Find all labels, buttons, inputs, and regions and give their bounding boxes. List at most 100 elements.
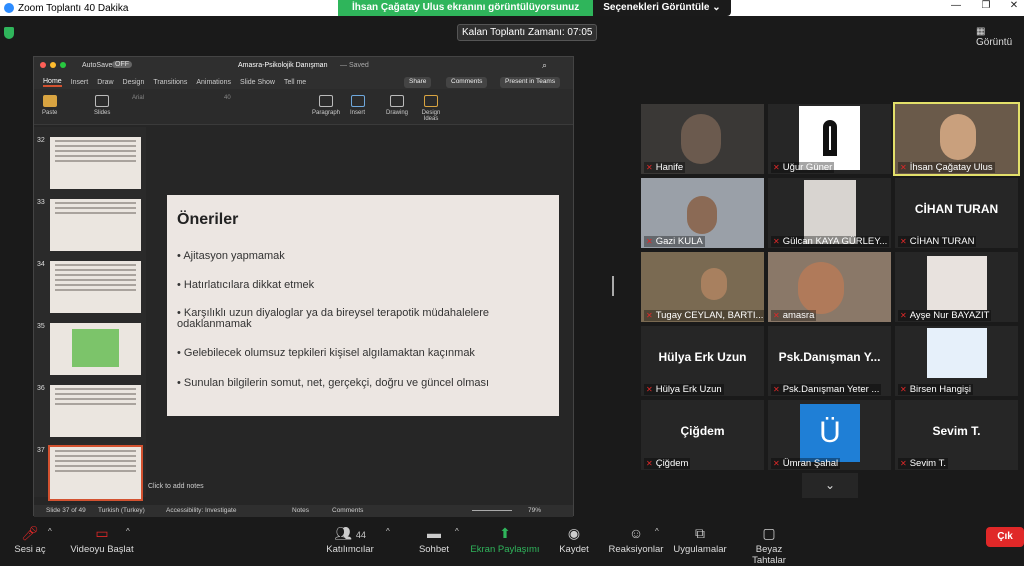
ppt-status-bar: Slide 37 of 49 Turkish (Turkey) Accessib… (34, 505, 573, 517)
slide-title: Öneriler (177, 211, 239, 228)
video-options-chevron-icon[interactable]: ^ (126, 527, 130, 536)
window-title: Zoom Toplantı 40 Dakika (18, 2, 129, 14)
participant-name: ✕ Hülya Erk Uzun (644, 384, 724, 395)
security-shield-icon[interactable] (4, 27, 14, 39)
ppt-comments-button[interactable]: Comments (446, 77, 488, 88)
slide-number: 33 (37, 199, 45, 206)
accessibility-label[interactable]: Accessibility: Investigate (166, 507, 236, 514)
participant-tile[interactable]: ✕ Birsen Hangişi (895, 326, 1018, 396)
search-icon[interactable]: ⌕ (542, 60, 547, 71)
design-ideas-button[interactable]: Design Ideas (420, 95, 442, 122)
reactions-options-chevron-icon[interactable]: ^ (655, 527, 659, 536)
participant-tile[interactable]: ✕ Uğur Güner (768, 104, 891, 174)
participant-tile[interactable]: ✕ Gazi KULA (641, 178, 764, 248)
muted-mic-icon: 🎤︎ (21, 525, 39, 541)
language-label[interactable]: Turkish (Turkey) (98, 507, 145, 514)
participant-tile[interactable]: ✕ Tugay CEYLAN, BARTI... (641, 252, 764, 322)
drawing-button[interactable]: Drawing (386, 95, 408, 116)
remaining-time: Kalan Toplantı Zamanı: 07:05 (457, 24, 598, 41)
slide-thumbnail[interactable] (50, 385, 141, 437)
record-icon: ◉ (567, 525, 581, 541)
tab-tell-me[interactable]: Tell me (284, 79, 306, 86)
chat-options-chevron-icon[interactable]: ^ (455, 527, 459, 536)
font-size-field[interactable]: 40 (224, 95, 231, 101)
comments-toggle[interactable]: Comments (332, 507, 363, 514)
shared-powerpoint-window: AutoSave OFF Amasra-Psikolojik Danışman … (33, 56, 574, 517)
participant-tile[interactable]: Çiğdem ✕ Çiğdem (641, 400, 764, 470)
tab-design[interactable]: Design (123, 79, 145, 86)
font-name-field[interactable]: Arial (132, 95, 144, 101)
participant-tile[interactable]: ✕ Gülcan KAYA GÜRLEY... (768, 178, 891, 248)
participant-photo (927, 328, 987, 378)
tab-animations[interactable]: Animations (196, 79, 231, 86)
saved-status: — Saved (340, 62, 369, 69)
slides-button[interactable]: Slides (94, 95, 110, 116)
close-button[interactable]: ✕ (1004, 0, 1024, 11)
tab-home[interactable]: Home (43, 78, 62, 87)
participant-tile[interactable]: Ü ✕ Ümran Şahal (768, 400, 891, 470)
participant-tile[interactable]: Sevim T. ✕ Sevim T. (895, 400, 1018, 470)
slide-bullet: • Gelebilecek olumsuz tepkileri kişisel … (177, 347, 475, 359)
tab-transitions[interactable]: Transitions (153, 79, 187, 86)
view-options-button[interactable]: Seçenekleri Görüntüle ⌄ (593, 0, 731, 16)
gallery-next-page-chevron-icon[interactable]: ⌄ (802, 473, 858, 498)
participant-name: ✕ Uğur Güner (771, 162, 835, 173)
record-button[interactable]: ◉ Kaydet (554, 524, 594, 555)
ppt-share-button[interactable]: Share (404, 77, 432, 88)
mourning-ribbon-image (799, 106, 860, 170)
participant-video (701, 268, 727, 300)
apps-button[interactable]: ⧉ Uygulamalar (672, 524, 728, 555)
slide-thumbnail[interactable] (50, 137, 141, 189)
zoom-logo-icon (4, 3, 14, 13)
leave-meeting-button[interactable]: Çık (986, 527, 1024, 547)
zoom-slider[interactable] (472, 510, 512, 511)
slide-thumbnail[interactable] (50, 323, 141, 375)
participant-name: ✕ Birsen Hangişi (898, 384, 973, 395)
participant-tile[interactable]: Hülya Erk Uzun ✕ Hülya Erk Uzun (641, 326, 764, 396)
participant-tile[interactable]: ✕ amasra (768, 252, 891, 322)
notes-field[interactable]: Click to add notes (148, 483, 204, 490)
close-dot-icon[interactable] (40, 62, 46, 68)
tab-insert[interactable]: Insert (71, 79, 89, 86)
share-screen-button[interactable]: ⬆ Ekran Paylaşımı (470, 524, 540, 555)
restore-button[interactable]: ❐ (976, 0, 996, 11)
view-button[interactable]: ▦ Görüntü (976, 26, 1024, 48)
audio-options-chevron-icon[interactable]: ^ (48, 527, 52, 536)
participant-name: ✕ Ayşe Nur BAYAZIT (898, 310, 992, 321)
present-in-teams-button[interactable]: Present in Teams (500, 77, 561, 88)
minimize-dot-icon[interactable] (50, 62, 56, 68)
tab-draw[interactable]: Draw (97, 79, 113, 86)
participant-name: ✕ amasra (771, 310, 817, 321)
participant-name: ✕ Psk.Danışman Yeter ... (771, 384, 882, 395)
participants-options-chevron-icon[interactable]: ^ (386, 527, 390, 536)
participant-tile[interactable]: Psk.Danışman Y... ✕ Psk.Danışman Yeter ..… (768, 326, 891, 396)
panel-divider-handle[interactable] (612, 276, 614, 296)
participant-tile[interactable]: ✕ Hanife (641, 104, 764, 174)
slide-counter: Slide 37 of 49 (46, 507, 86, 514)
participant-name: ✕ İhsan Çağatay Ulus (898, 162, 995, 173)
slide-thumbnail-selected[interactable] (48, 445, 143, 501)
share-banner: İhsan Çağatay Ulus ekranını görüntülüyor… (338, 0, 731, 16)
tab-slide-show[interactable]: Slide Show (240, 79, 275, 86)
slide-thumbnail[interactable] (50, 199, 141, 251)
participants-button[interactable]: 👥︎ 44 Katılımcılar (322, 524, 378, 555)
whiteboards-button[interactable]: ▢ Beyaz Tahtalar (738, 524, 800, 566)
paragraph-button[interactable]: Paragraph (312, 95, 340, 116)
ppt-ribbon-tabs: Home Insert Draw Design Transitions Anim… (34, 75, 573, 89)
presenter-text: İhsan Çağatay Ulus ekranını görüntülüyor… (338, 0, 594, 16)
slide-thumbnail[interactable] (50, 261, 141, 313)
autosave-toggle[interactable]: OFF (112, 61, 132, 68)
unmute-button[interactable]: 🎤︎ Sesi aç (12, 524, 48, 555)
paste-button[interactable]: Paste (42, 95, 57, 116)
zoom-dot-icon[interactable] (60, 62, 66, 68)
participant-tile-active-speaker[interactable]: ✕ İhsan Çağatay Ulus (893, 102, 1020, 176)
participant-tile[interactable]: CİHAN TURAN ✕ CİHAN TURAN (895, 178, 1018, 248)
whiteboard-icon: ▢ (762, 525, 776, 541)
notes-toggle[interactable]: Notes (292, 507, 309, 514)
participant-video (687, 196, 717, 234)
minimize-button[interactable]: — (946, 0, 966, 11)
participant-tile[interactable]: ✕ Ayşe Nur BAYAZIT (895, 252, 1018, 322)
current-slide[interactable]: Öneriler • Ajitasyon yapmamak • Hatırlat… (167, 195, 559, 416)
chat-button[interactable]: ▬ Sohbet (412, 524, 456, 555)
insert-button[interactable]: Insert (350, 95, 365, 116)
